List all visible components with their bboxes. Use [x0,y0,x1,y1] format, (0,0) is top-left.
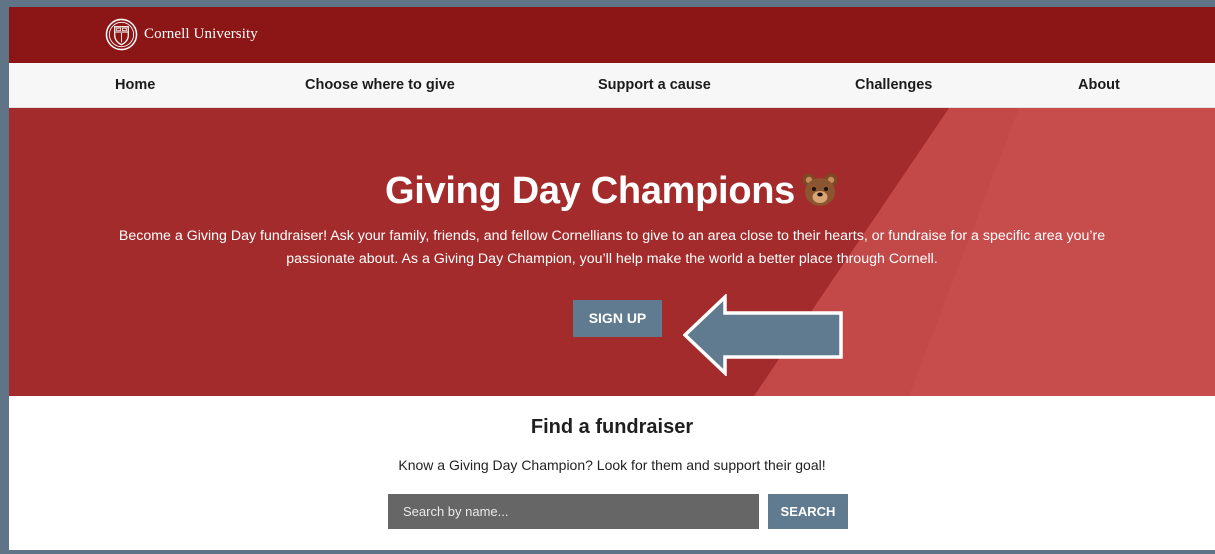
nav-item-home[interactable]: Home [115,63,155,108]
top-brand-bar: Cornell University [9,7,1215,63]
find-fundraiser-description: Know a Giving Day Champion? Look for the… [398,457,826,473]
cornell-seal-icon [105,18,138,50]
search-name-input[interactable]: Search by name... [388,494,759,529]
sign-up-button[interactable]: SIGN UP [573,300,662,337]
nav-item-challenges[interactable]: Challenges [855,63,932,108]
hero-title: Giving Day Champions [9,170,1215,213]
cornell-logo[interactable]: Cornell University [105,16,258,52]
hero-title-text: Giving Day Champions [385,170,795,212]
main-nav: Home Choose where to give Support a caus… [9,63,1215,108]
browser-viewport: Cornell University Home Choose where to … [9,7,1215,550]
search-button[interactable]: SEARCH [768,494,848,529]
hero-description: Become a Giving Day fundraiser! Ask your… [118,228,1106,267]
left-arrow-callout-icon [683,294,843,376]
hero-banner: Giving Day Champions Become a Giving Day… [9,108,1215,396]
logo-text: Cornell University [144,25,258,42]
bear-face-icon [802,173,838,206]
nav-item-support-a-cause[interactable]: Support a cause [598,63,711,108]
nav-item-about[interactable]: About [1078,63,1120,108]
nav-item-choose-where-to-give[interactable]: Choose where to give [305,63,455,108]
find-fundraiser-title: Find a fundraiser [530,416,694,438]
